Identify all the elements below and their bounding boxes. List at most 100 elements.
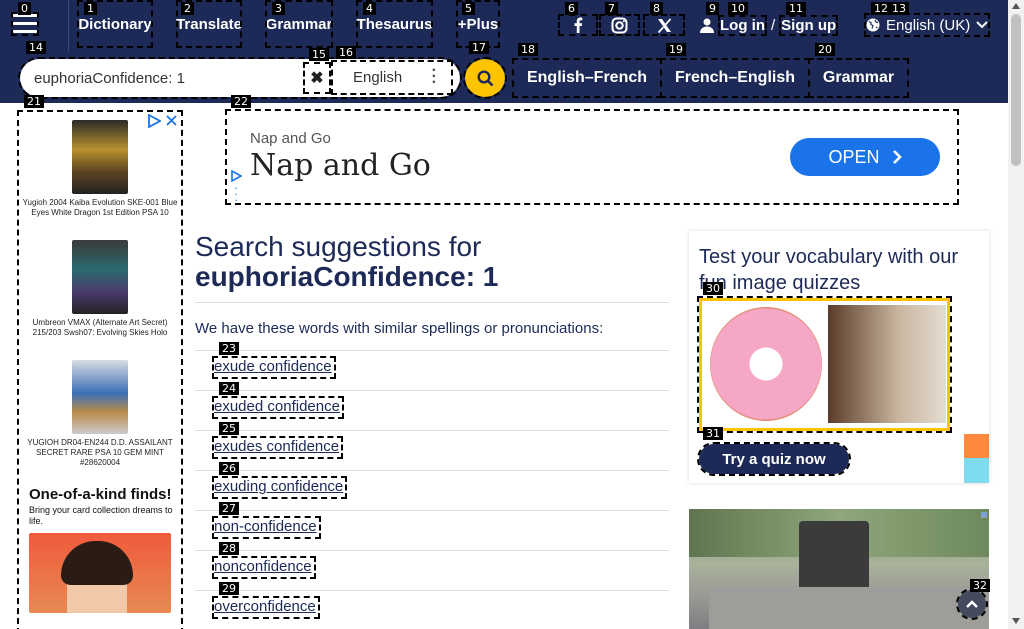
facebook-icon[interactable] [558, 14, 598, 36]
suggestion-link[interactable]: nonconfidence [212, 556, 316, 579]
product-title: Yugioh 2004 Kaiba Evolution SKE-001 Blue… [22, 198, 178, 217]
annotation-label: 11 [786, 2, 806, 15]
adchoices-icon [231, 170, 242, 182]
ad-product[interactable]: Yugioh 2004 Kaiba Evolution SKE-001 Blue… [22, 120, 178, 218]
annotation-label: 32 [970, 579, 990, 592]
account-area: Log in / Sign up [700, 14, 839, 36]
banner-open-button[interactable]: OPEN [790, 138, 940, 176]
back-to-top-icon[interactable] [956, 588, 988, 620]
instagram-icon[interactable] [599, 14, 640, 36]
suggestion-link[interactable]: overconfidence [212, 596, 320, 619]
link-grammar[interactable]: Grammar [808, 58, 909, 98]
product-title: Umbreon VMAX (Alternate Art Secret) 215/… [32, 318, 168, 337]
search-icon [476, 69, 493, 86]
divider [195, 430, 669, 431]
annotation-label: 20 [815, 43, 835, 56]
left-ad[interactable]: Yugioh 2004 Kaiba Evolution SKE-001 Blue… [17, 110, 183, 629]
annotation-label: 27 [219, 502, 239, 515]
annotation-label: 9 [706, 2, 719, 15]
divider [195, 470, 669, 471]
chevron-down-icon [976, 21, 988, 29]
annotation-label: 19 [666, 43, 686, 56]
annotation-label: 24 [219, 382, 239, 395]
banner-ad-title: Nap and Go [250, 148, 431, 183]
link-french-english[interactable]: French–English [660, 58, 810, 98]
nav-divider [68, 0, 69, 52]
video-ad[interactable] [689, 509, 989, 629]
annotation-label: 21 [24, 95, 44, 108]
x-icon[interactable] [643, 14, 685, 36]
site-language-label: English (UK) [886, 16, 971, 34]
annotation-label: 26 [219, 462, 239, 475]
divider [195, 390, 669, 391]
annotation-label: 14 [26, 41, 46, 54]
suggestion-link[interactable]: exuded confidence [212, 396, 344, 419]
divider [195, 350, 669, 351]
suggestion-link[interactable]: exude confidence [212, 356, 336, 379]
user-icon [700, 18, 714, 33]
annotation-label: 5 [462, 2, 475, 15]
ad-options-icon[interactable]: · · · [235, 185, 238, 205]
ad-product[interactable]: Umbreon VMAX (Alternate Art Secret) 215/… [22, 240, 178, 338]
quiz-title: Test your vocabulary with our fun image … [699, 246, 959, 294]
page-title-term: euphoriaConfidence: 1 [195, 261, 499, 292]
page-title: Search suggestions for euphoriaConfidenc… [195, 232, 498, 292]
promo-image [29, 533, 171, 613]
annotation-label: 31 [703, 427, 723, 440]
annotation-label: 30 [703, 282, 723, 295]
search-input[interactable] [34, 66, 299, 90]
side-tab[interactable] [964, 434, 989, 458]
annotation-label: 12 [871, 2, 891, 15]
annotation-label: 3 [272, 2, 285, 15]
side-tab[interactable] [964, 458, 989, 483]
donut-image [710, 307, 822, 421]
banner-open-label: OPEN [828, 146, 880, 167]
divider [195, 302, 669, 303]
dictionary-language-select[interactable]: English · · · [331, 60, 453, 95]
annotation-label: 18 [518, 43, 538, 56]
login-link[interactable]: Log in [718, 14, 767, 36]
clear-search-icon[interactable]: ✖ [303, 62, 331, 94]
annotation-label: 7 [605, 2, 618, 15]
product-image [72, 360, 128, 434]
search-button[interactable] [463, 57, 507, 99]
page-title-prefix: Search suggestions for [195, 231, 482, 262]
menu-button[interactable] [11, 12, 39, 36]
annotation-label: 15 [309, 48, 329, 61]
suggestion-link[interactable]: exudes confidence [211, 436, 344, 459]
ad-product[interactable]: YUGIOH DR04-EN244 D.D. ASSAILANT SECRET … [22, 360, 178, 468]
annotation-label: 28 [219, 542, 239, 555]
annotation-label: 16 [336, 46, 356, 59]
annotation-label: 22 [231, 95, 251, 108]
annotation-label: 6 [565, 2, 578, 15]
try-quiz-button[interactable]: Try a quiz now [697, 442, 851, 476]
annotation-label: 25 [219, 422, 239, 435]
divider [195, 510, 669, 511]
annotation-label: 2 [181, 2, 194, 15]
login-separator: / [771, 16, 776, 34]
milkshake-image [828, 305, 946, 423]
suggestion-link[interactable]: exuding confidence [211, 476, 348, 499]
chevron-right-icon [892, 150, 902, 164]
annotation-label: 29 [219, 582, 239, 595]
intro-text: We have these words with similar spellin… [195, 320, 604, 337]
scroll-thumb[interactable] [1011, 14, 1021, 166]
dictionary-language-label: English [353, 69, 403, 86]
scroll-down-icon[interactable] [1012, 618, 1020, 624]
product-image [72, 120, 128, 194]
ad-promo[interactable]: One-of-a-kind finds! Bring your card col… [29, 487, 173, 613]
link-english-french[interactable]: English–French [512, 58, 662, 98]
product-title: YUGIOH DR04-EN244 D.D. ASSAILANT SECRET … [27, 438, 173, 467]
more-options-icon: · · · [431, 62, 437, 91]
suggestion-link[interactable]: non-confidence [212, 516, 321, 539]
quiz-image[interactable] [697, 296, 952, 433]
site-language-select[interactable]: English (UK) [863, 13, 991, 37]
scroll-up-icon[interactable] [1012, 3, 1020, 9]
promo-text: Bring your card collection dreams to lif… [29, 505, 173, 526]
product-image [72, 240, 128, 314]
signup-link[interactable]: Sign up [779, 14, 839, 36]
annotation-label: 0 [18, 2, 31, 15]
divider [195, 550, 669, 551]
banner-ad-brand: Nap and Go [250, 130, 331, 147]
promo-title: One-of-a-kind finds! [29, 486, 172, 503]
